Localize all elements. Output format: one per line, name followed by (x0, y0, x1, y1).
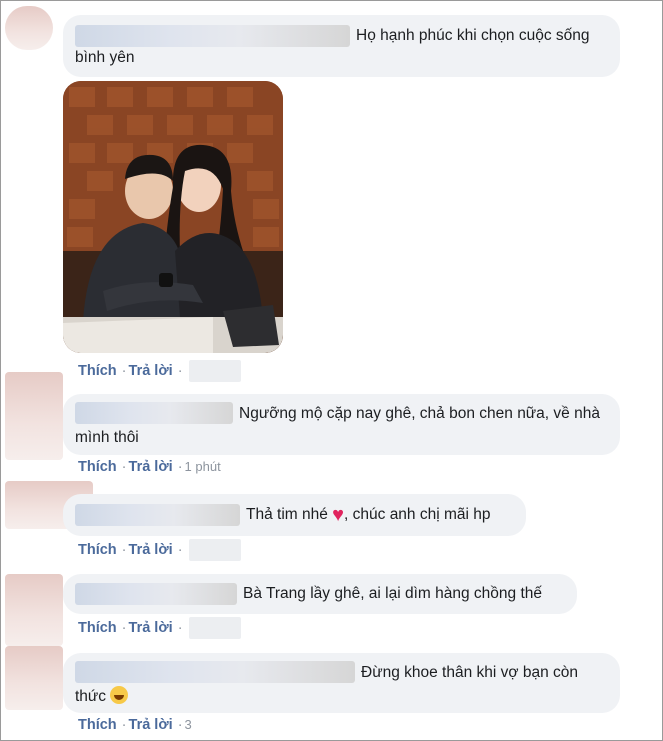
comment-text: Bà Trang lầy ghê, ai lại dìm hàng chồng … (243, 585, 543, 602)
comment-bubble: Đừng khoe thân khi vợ bạn còn thức (63, 653, 620, 713)
separator: · (177, 362, 183, 379)
reply-button[interactable]: Trả lời (129, 620, 173, 636)
commenter-name[interactable] (75, 402, 233, 424)
like-button[interactable]: Thích (78, 363, 117, 379)
like-button[interactable]: Thích (78, 542, 117, 558)
timestamp[interactable]: 3 (185, 717, 192, 732)
comment-bubble: Thả tim nhé ♥, chúc anh chị mãi hp (63, 494, 526, 536)
separator: · (121, 362, 127, 379)
comment-actions: Thích · Trả lời · 3 (78, 717, 195, 733)
comment-bubble: Họ hạnh phúc khi chọn cuộc sống bình yên (63, 15, 620, 77)
commenter-name[interactable] (75, 25, 350, 47)
separator: · (177, 717, 183, 733)
like-button[interactable]: Thích (78, 459, 117, 475)
avatar[interactable] (5, 574, 63, 646)
heart-emoji-icon: ♥ (332, 504, 345, 526)
separator: · (121, 717, 127, 733)
comment-actions: Thích · Trả lời · (78, 539, 244, 561)
separator: · (121, 619, 127, 636)
avatar[interactable] (5, 372, 63, 460)
avatar[interactable] (5, 646, 63, 710)
laughing-emoji-icon (110, 686, 129, 704)
comment-actions: Thích · Trả lời · 1 phút (78, 459, 224, 475)
separator: · (121, 541, 127, 558)
timestamp[interactable] (188, 539, 241, 561)
comment-photo[interactable] (63, 81, 283, 353)
separator: · (177, 619, 183, 636)
reply-button[interactable]: Trả lời (129, 542, 173, 558)
timestamp[interactable]: 1 phút (185, 459, 221, 474)
comment-bubble: Bà Trang lầy ghê, ai lại dìm hàng chồng … (63, 574, 577, 614)
reply-button[interactable]: Trả lời (129, 363, 173, 379)
separator: · (121, 459, 127, 475)
comment-text: , chúc anh chị mãi hp (344, 506, 491, 523)
commenter-name[interactable] (75, 661, 355, 683)
comment-actions: Thích · Trả lời · (78, 617, 244, 639)
reply-button[interactable]: Trả lời (129, 717, 173, 733)
separator: · (177, 459, 183, 475)
separator: · (177, 541, 183, 558)
commenter-name[interactable] (75, 583, 237, 605)
reply-button[interactable]: Trả lời (129, 459, 173, 475)
comment-bubble: Ngưỡng mộ cặp nay ghê, chả bon chen nữa,… (63, 394, 620, 455)
like-button[interactable]: Thích (78, 620, 117, 636)
comment-actions: Thích · Trả lời · (78, 360, 244, 382)
timestamp[interactable] (188, 360, 241, 382)
avatar[interactable] (5, 6, 53, 50)
like-button[interactable]: Thích (78, 717, 117, 733)
commenter-name[interactable] (75, 504, 240, 526)
timestamp[interactable] (188, 617, 241, 639)
comment-text: Thả tim nhé (246, 506, 333, 523)
